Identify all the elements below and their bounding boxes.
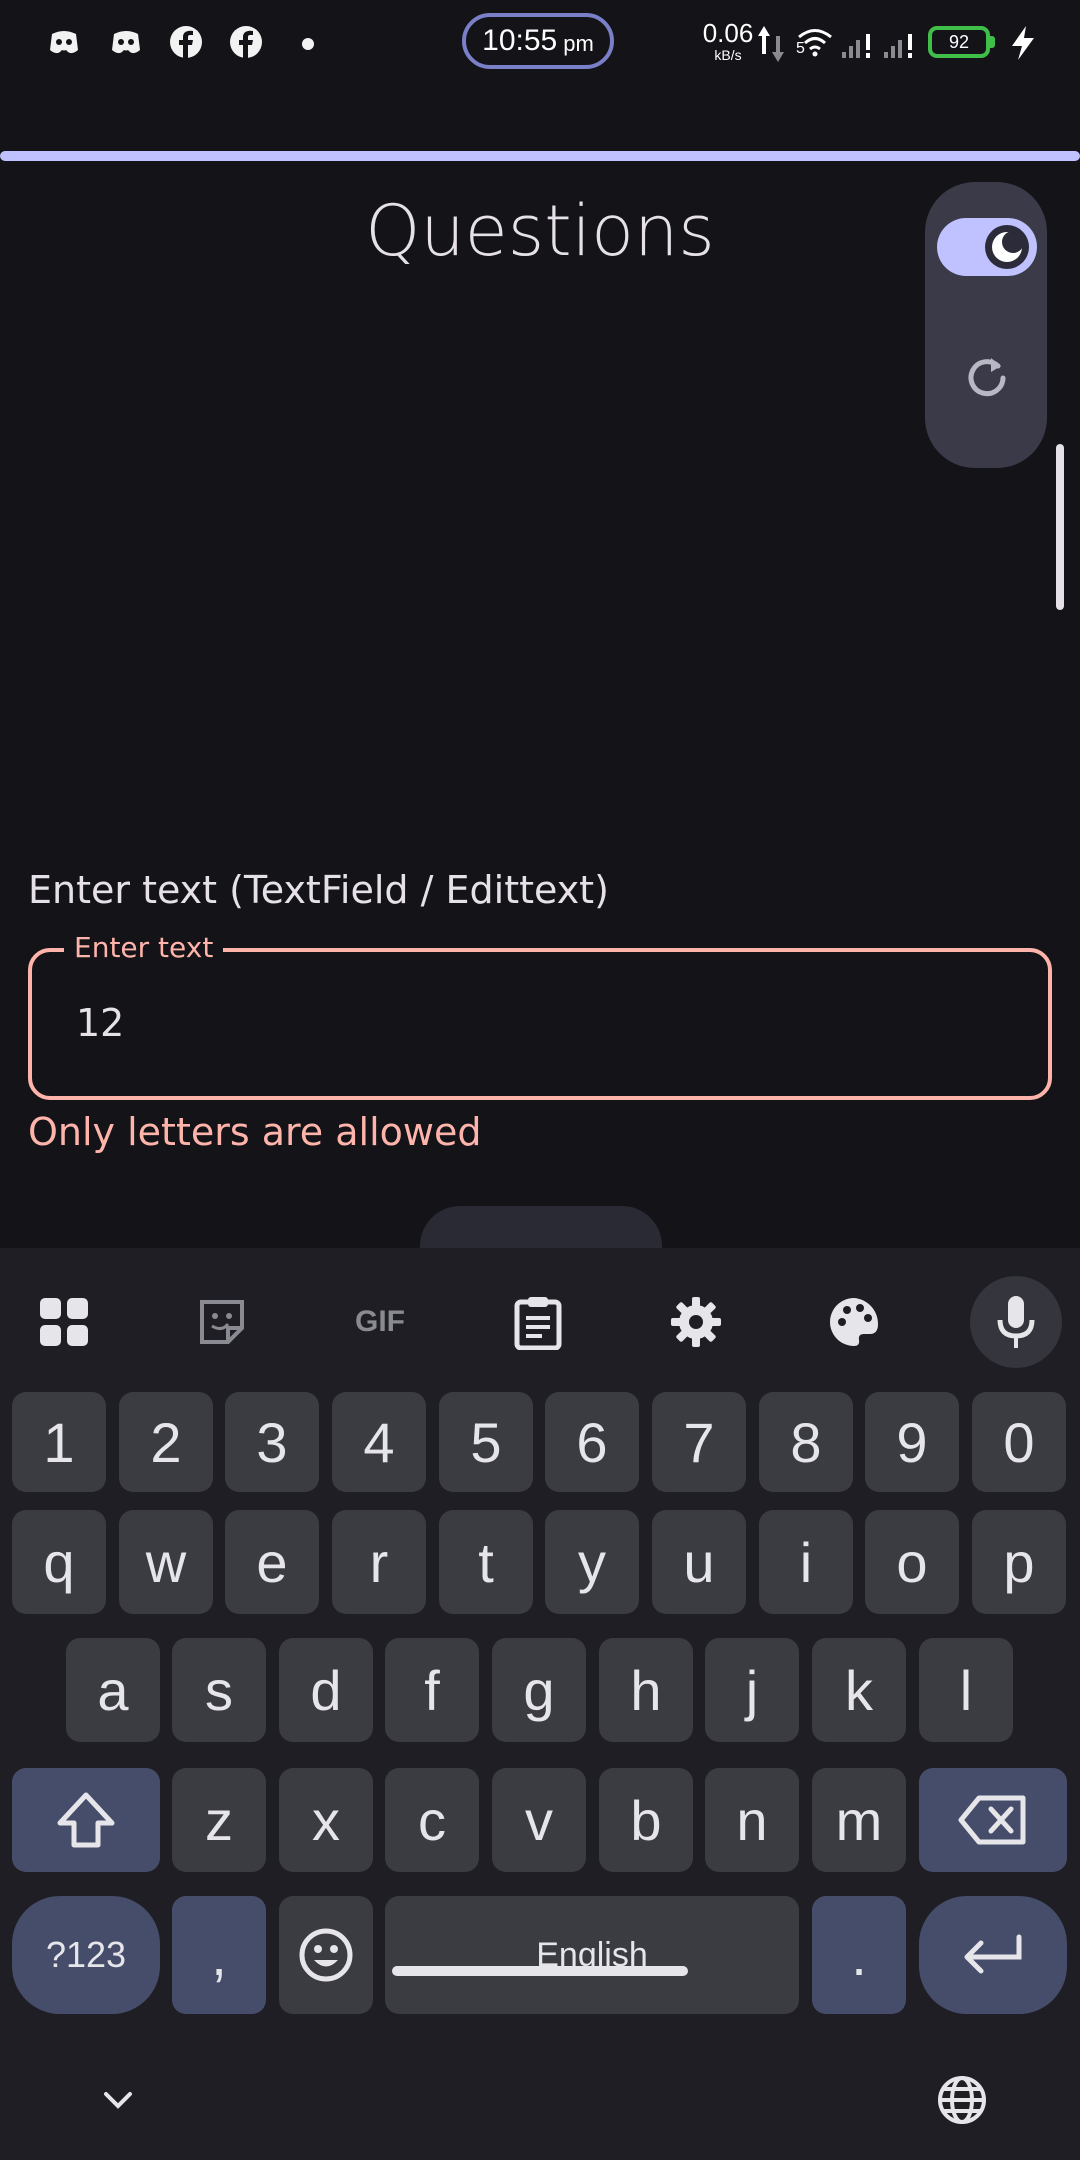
chevron-down-icon[interactable] — [100, 2088, 136, 2112]
key-d[interactable]: d — [279, 1638, 373, 1742]
key-i[interactable]: i — [759, 1510, 853, 1614]
gif-icon[interactable]: GIF — [338, 1280, 422, 1364]
key-o[interactable]: o — [865, 1510, 959, 1614]
text-input[interactable] — [74, 1000, 978, 1046]
apps-grid-icon[interactable] — [22, 1280, 106, 1364]
key-m[interactable]: m — [812, 1768, 906, 1872]
side-panel — [925, 182, 1047, 468]
globe-icon[interactable] — [936, 2074, 988, 2126]
settings-icon[interactable] — [654, 1280, 738, 1364]
key-j[interactable]: j — [705, 1638, 799, 1742]
key-y[interactable]: y — [545, 1510, 639, 1614]
key-s[interactable]: s — [172, 1638, 266, 1742]
key-x[interactable]: x — [279, 1768, 373, 1872]
page-title: Questions — [365, 190, 715, 272]
key-q[interactable]: q — [12, 1510, 106, 1614]
key-2[interactable]: 2 — [119, 1392, 213, 1492]
key-e[interactable]: e — [225, 1510, 319, 1614]
download-arrow-icon — [772, 36, 784, 62]
key-p[interactable]: p — [972, 1510, 1066, 1614]
key-l[interactable]: l — [919, 1638, 1013, 1742]
charging-icon — [1012, 26, 1034, 60]
home-indicator[interactable] — [392, 1966, 688, 1976]
toggle-thumb — [985, 225, 1029, 269]
gif-label: GIF — [355, 1305, 405, 1338]
key-z[interactable]: z — [172, 1768, 266, 1872]
refresh-icon[interactable] — [961, 352, 1013, 404]
enter-key[interactable] — [919, 1896, 1067, 2014]
shift-icon — [57, 1792, 115, 1848]
key-3[interactable]: 3 — [225, 1392, 319, 1492]
key-b[interactable]: b — [599, 1768, 693, 1872]
backspace-key[interactable] — [919, 1768, 1067, 1872]
key-1[interactable]: 1 — [12, 1392, 106, 1492]
backspace-icon — [958, 1795, 1026, 1845]
text-input-field[interactable]: Enter text — [28, 930, 1052, 1100]
key-w[interactable]: w — [119, 1510, 213, 1614]
emoji-icon — [299, 1928, 353, 1982]
key-0[interactable]: 0 — [972, 1392, 1066, 1492]
enter-icon — [964, 1934, 1022, 1974]
facebook-icon — [170, 26, 202, 58]
key-5[interactable]: 5 — [439, 1392, 533, 1492]
section-label: Enter text (TextField / Edittext) — [28, 868, 609, 912]
input-label: Enter text — [64, 930, 224, 966]
progress-bar — [0, 151, 1080, 161]
key-r[interactable]: r — [332, 1510, 426, 1614]
clipboard-icon[interactable] — [496, 1280, 580, 1364]
key-9[interactable]: 9 — [865, 1392, 959, 1492]
network-speed-value: 0.06 — [702, 18, 754, 48]
wifi-icon — [798, 29, 832, 57]
key-6[interactable]: 6 — [545, 1392, 639, 1492]
space-key[interactable]: English — [385, 1896, 799, 2014]
key-t[interactable]: t — [439, 1510, 533, 1614]
sticker-icon[interactable] — [180, 1280, 264, 1364]
discord-icon — [50, 31, 78, 54]
key-a[interactable]: a — [66, 1638, 160, 1742]
shift-key[interactable] — [12, 1768, 160, 1872]
key-k[interactable]: k — [812, 1638, 906, 1742]
palette-icon[interactable] — [812, 1280, 896, 1364]
comma-key[interactable]: , — [172, 1896, 266, 2014]
clock-ampm: pm — [563, 31, 594, 56]
facebook-icon — [230, 26, 262, 58]
signal-icon — [884, 34, 912, 58]
period-key[interactable]: . — [812, 1896, 906, 2014]
clock-time: 10:55 — [482, 24, 558, 57]
key-u[interactable]: u — [652, 1510, 746, 1614]
error-message: Only letters are allowed — [28, 1110, 482, 1154]
battery-tip — [990, 36, 995, 48]
emoji-key[interactable] — [279, 1896, 373, 2014]
key-f[interactable]: f — [385, 1638, 479, 1742]
battery-level: 92 — [948, 31, 970, 52]
key-8[interactable]: 8 — [759, 1392, 853, 1492]
network-speed: 0.06 kB/s — [700, 20, 756, 62]
key-g[interactable]: g — [492, 1638, 586, 1742]
key-4[interactable]: 4 — [332, 1392, 426, 1492]
keyboard: GIF 1 2 3 4 5 6 7 8 9 0 q w e r t y u i … — [0, 1248, 1080, 2160]
signal-icon — [842, 34, 870, 58]
network-speed-unit: kB/s — [714, 47, 742, 63]
discord-icon — [112, 31, 140, 54]
dot-icon — [302, 38, 314, 50]
theme-toggle[interactable] — [937, 218, 1037, 276]
moon-icon — [992, 231, 1024, 262]
key-n[interactable]: n — [705, 1768, 799, 1872]
key-7[interactable]: 7 — [652, 1392, 746, 1492]
clock: 10:55 pm — [462, 13, 614, 69]
key-h[interactable]: h — [599, 1638, 693, 1742]
mic-icon[interactable] — [970, 1276, 1062, 1368]
scrollbar[interactable] — [1056, 444, 1064, 610]
battery-indicator: 92 — [928, 26, 990, 58]
symbols-key[interactable]: ?123 — [12, 1896, 160, 2014]
key-v[interactable]: v — [492, 1768, 586, 1872]
status-bar: 10:55 pm 0.06 kB/s 5 92 — [0, 0, 1080, 88]
key-c[interactable]: c — [385, 1768, 479, 1872]
